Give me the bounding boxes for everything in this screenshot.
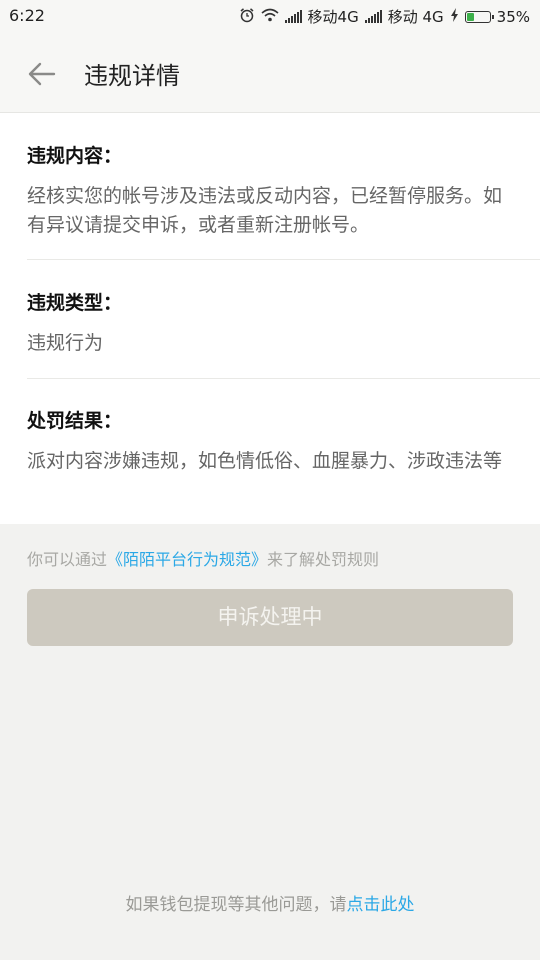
section-label: 违规类型：	[27, 292, 123, 314]
section-text: 派对内容涉嫌违规，如色情低俗、血腥暴力、涉政违法等	[27, 450, 503, 472]
back-button[interactable]	[22, 54, 62, 94]
battery-icon	[464, 10, 494, 23]
wifi-icon	[261, 8, 279, 26]
section-violation-type: 违规类型： 违规行为	[27, 288, 513, 358]
status-bar: 6:22 移动4G 移动 4G 35%	[0, 0, 540, 32]
section-label: 违规内容：	[27, 145, 123, 167]
section-penalty-result: 处罚结果： 派对内容涉嫌违规，如色情低俗、血腥暴力、涉政违法等	[27, 406, 513, 476]
rules-suffix: 来了解处罚规则	[267, 550, 380, 569]
section-text: 违规行为	[27, 332, 104, 354]
battery-percent: 35%	[496, 7, 530, 26]
battery-fill	[466, 12, 475, 21]
carrier-1: 移动4G	[307, 8, 359, 26]
arrow-left-icon	[28, 62, 56, 86]
status-icons: 移动4G 移动 4G 35%	[239, 6, 530, 27]
carrier-2: 移动 4G	[387, 8, 444, 26]
divider	[27, 259, 540, 260]
charging-icon	[450, 7, 459, 26]
platform-rules-link[interactable]: 《陌陌平台行为规范》	[107, 550, 267, 569]
rules-prefix: 你可以通过	[27, 550, 108, 569]
page-title: 违规详情	[84, 62, 180, 90]
click-here-link[interactable]: 点击此处	[347, 895, 415, 915]
rules-hint: 你可以通过《陌陌平台行为规范》来了解处罚规则	[27, 546, 379, 570]
header: 违规详情	[0, 32, 540, 113]
alarm-icon	[239, 7, 255, 27]
section-label: 处罚结果：	[27, 410, 123, 432]
appeal-status-button[interactable]: 申诉处理中	[27, 589, 513, 646]
divider	[27, 378, 540, 379]
footer-hint: 如果钱包提现等其他问题，请点击此处	[0, 890, 540, 915]
footer-prefix: 如果钱包提现等其他问题，请	[125, 895, 347, 915]
signal-icon	[364, 10, 382, 23]
section-text: 经核实您的帐号涉及违法或反动内容，已经暂停服务。如有异议请提交申诉，或者重新注册…	[27, 185, 503, 236]
violation-card: 违规内容： 经核实您的帐号涉及违法或反动内容，已经暂停服务。如有异议请提交申诉，…	[0, 113, 540, 524]
status-time: 6:22	[9, 6, 45, 25]
section-violation-content: 违规内容： 经核实您的帐号涉及违法或反动内容，已经暂停服务。如有异议请提交申诉，…	[27, 141, 513, 240]
signal-icon	[284, 10, 302, 23]
